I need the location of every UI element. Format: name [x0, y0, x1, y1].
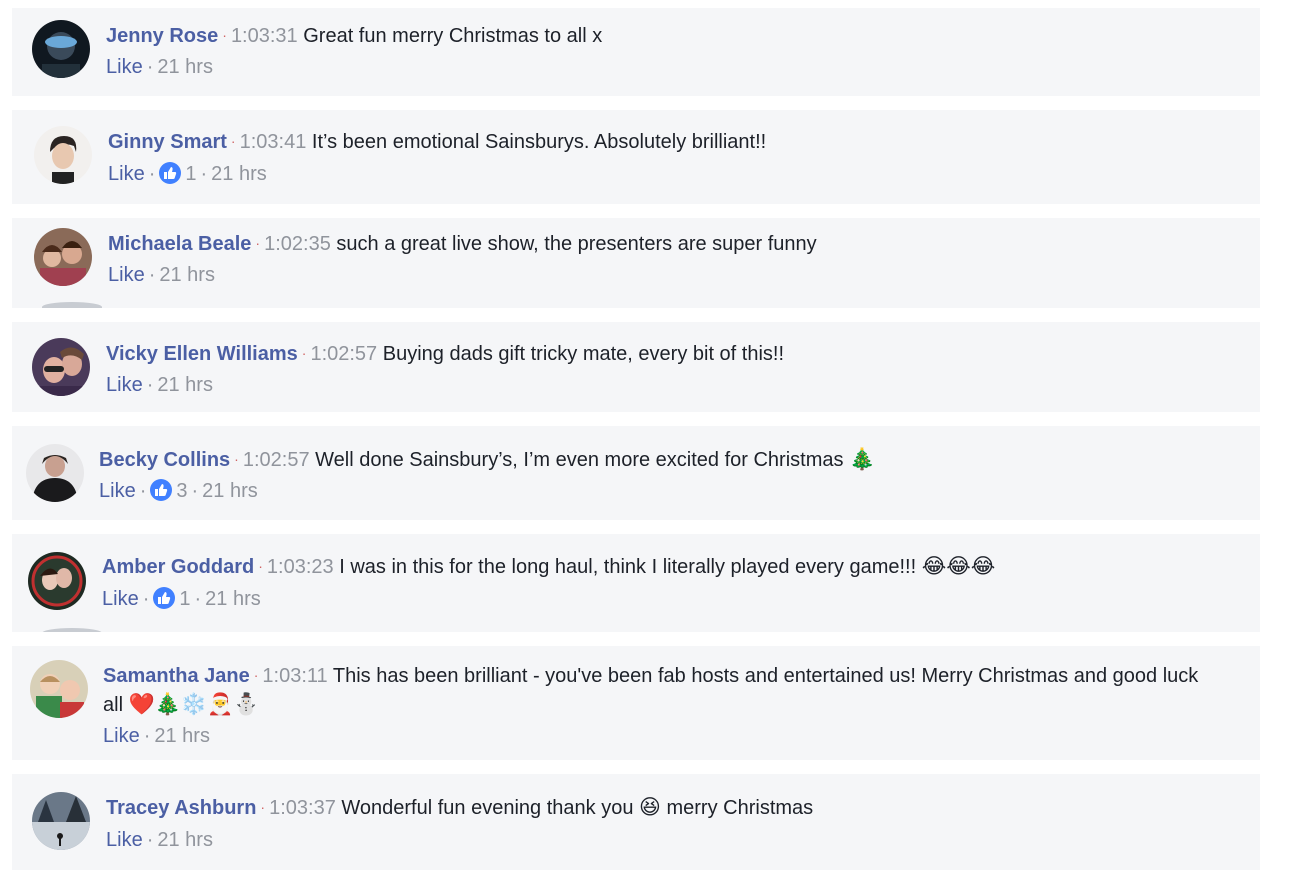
separator-dot: ·: [258, 558, 263, 574]
timestamp[interactable]: 1:03:41: [240, 131, 307, 153]
separator-dot: ·: [260, 799, 266, 815]
comment-age[interactable]: 21 hrs: [202, 480, 258, 502]
author-name[interactable]: Ginny Smart: [108, 131, 227, 153]
author-name[interactable]: Tracey Ashburn: [106, 797, 256, 819]
author-name[interactable]: Michaela Beale: [108, 233, 251, 255]
separator-dot: ·: [301, 345, 307, 361]
separator-dot: ·: [230, 133, 236, 149]
separator-dot: ·: [253, 667, 259, 683]
comment-meta: Like · 1 · 21 hrs: [108, 162, 267, 185]
comment-age[interactable]: 21 hrs: [154, 725, 210, 747]
next-avatar-peek: [42, 628, 102, 632]
comment-text: Wonderful fun evening thank you: [341, 797, 634, 819]
timestamp[interactable]: 1:02:35: [264, 233, 331, 255]
comment-card: Ginny Smart · 1:03:41 It’s been emotional …: [12, 110, 1260, 204]
christmas-tree-icon: 🎄: [849, 447, 876, 471]
comment-age[interactable]: 21 hrs: [157, 374, 213, 396]
comment-line: Vicky Ellen Williams · 1:02:57 Buying dads…: [106, 339, 784, 368]
avatar[interactable]: [32, 792, 90, 850]
like-button[interactable]: Like: [103, 725, 140, 747]
laughing-face-icon: 😂😂😂: [921, 554, 996, 578]
comment-meta: Like · 21 hrs: [106, 374, 213, 396]
author-name[interactable]: Vicky Ellen Williams: [106, 343, 298, 365]
next-avatar-peek: [42, 302, 102, 308]
comment-card: Jenny Rose · 1:03:31 Great fun merry Chris…: [12, 8, 1260, 96]
heart-tree-snowflake-santa-snowman-icon: ❤️🎄❄️🎅⛄: [128, 692, 260, 716]
comment-meta: Like · 3 · 21 hrs: [99, 479, 258, 502]
reaction-count[interactable]: 1: [179, 588, 190, 610]
comment-card: Samantha Jane · 1:03:11 This has been bril…: [12, 646, 1260, 760]
avatar[interactable]: [28, 552, 86, 610]
separator-dot: ·: [255, 235, 261, 251]
comment-line: Becky Collins · 1:02:57 Well done Sainsbur…: [99, 445, 875, 474]
comment-line: Amber Goddard · 1:03:23 I was in this for …: [102, 552, 995, 581]
comment-card: Amber Goddard · 1:03:23 I was in this for …: [12, 534, 1260, 632]
like-button[interactable]: Like: [108, 264, 145, 286]
comment-line: Michaela Beale · 1:02:35 such a great live…: [108, 229, 817, 258]
comment-text-after: merry Christmas: [666, 797, 814, 819]
comment-card: Vicky Ellen Williams · 1:02:57 Buying dads…: [12, 322, 1260, 412]
comment-text: Great fun merry Christmas to all x: [303, 25, 603, 47]
like-button[interactable]: Like: [106, 374, 143, 396]
comment-line: Samantha Jane · 1:03:11 This has been bril…: [103, 661, 1213, 719]
comment-age[interactable]: 21 hrs: [211, 163, 267, 185]
comment-card: Michaela Beale · 1:02:35 such a great live…: [12, 218, 1260, 308]
like-button[interactable]: Like: [106, 56, 143, 78]
author-name[interactable]: Jenny Rose: [106, 25, 218, 47]
comment-age[interactable]: 21 hrs: [157, 829, 213, 851]
comment-line: Tracey Ashburn · 1:03:37 Wonderful fun eve…: [106, 793, 813, 822]
avatar[interactable]: [32, 20, 90, 78]
comment-meta: Like · 21 hrs: [106, 829, 213, 851]
comment-meta: Like · 21 hrs: [108, 264, 215, 286]
timestamp[interactable]: 1:02:57: [243, 449, 310, 471]
comment-text: such a great live show, the presenters a…: [336, 233, 817, 255]
avatar[interactable]: [34, 228, 92, 286]
comment-line: Jenny Rose · 1:03:31 Great fun merry Chris…: [106, 21, 602, 50]
like-button[interactable]: Like: [106, 829, 143, 851]
timestamp[interactable]: 1:02:57: [310, 343, 377, 365]
avatar[interactable]: [32, 338, 90, 396]
like-button[interactable]: Like: [108, 163, 145, 185]
comment-text: I was in this for the long haul, think I…: [339, 556, 917, 578]
timestamp[interactable]: 1:03:37: [269, 797, 336, 819]
comment-age[interactable]: 21 hrs: [157, 56, 213, 78]
comment-age[interactable]: 21 hrs: [205, 588, 261, 610]
reaction-count[interactable]: 3: [176, 480, 187, 502]
separator-dot: ·: [222, 27, 227, 43]
timestamp[interactable]: 1:03:11: [262, 665, 327, 687]
comment-card: Tracey Ashburn · 1:03:37 Wonderful fun eve…: [12, 774, 1260, 870]
like-button[interactable]: Like: [99, 480, 136, 502]
avatar[interactable]: [26, 444, 84, 502]
avatar[interactable]: [34, 126, 92, 184]
like-reaction-icon[interactable]: [150, 479, 173, 501]
comment-meta: Like · 21 hrs: [106, 56, 213, 78]
comment-meta: Like · 1 · 21 hrs: [102, 587, 261, 610]
comment-line: Ginny Smart · 1:03:41 It’s been emotional …: [108, 127, 766, 156]
comment-text: It’s been emotional Sainsburys. Absolute…: [311, 131, 767, 153]
grinning-face-icon: 😆: [639, 795, 661, 819]
comment-card: Becky Collins · 1:02:57 Well done Sainsbur…: [12, 426, 1260, 520]
separator-dot: ·: [234, 451, 239, 467]
author-name[interactable]: Samantha Jane: [103, 665, 250, 687]
comment-meta: Like · 21 hrs: [103, 725, 210, 747]
like-reaction-icon[interactable]: [153, 587, 176, 609]
author-name[interactable]: Becky Collins: [99, 449, 230, 471]
timestamp[interactable]: 1:03:23: [267, 556, 334, 578]
reaction-count[interactable]: 1: [185, 163, 196, 185]
comment-text: Buying dads gift tricky mate, every bit …: [382, 343, 785, 365]
comment-age[interactable]: 21 hrs: [159, 264, 215, 286]
comment-text: Well done Sainsbury’s, I’m even more exc…: [315, 449, 844, 471]
like-button[interactable]: Like: [102, 588, 139, 610]
avatar[interactable]: [30, 660, 88, 718]
timestamp[interactable]: 1:03:31: [231, 25, 298, 47]
like-reaction-icon[interactable]: [159, 162, 182, 184]
author-name[interactable]: Amber Goddard: [102, 556, 254, 578]
